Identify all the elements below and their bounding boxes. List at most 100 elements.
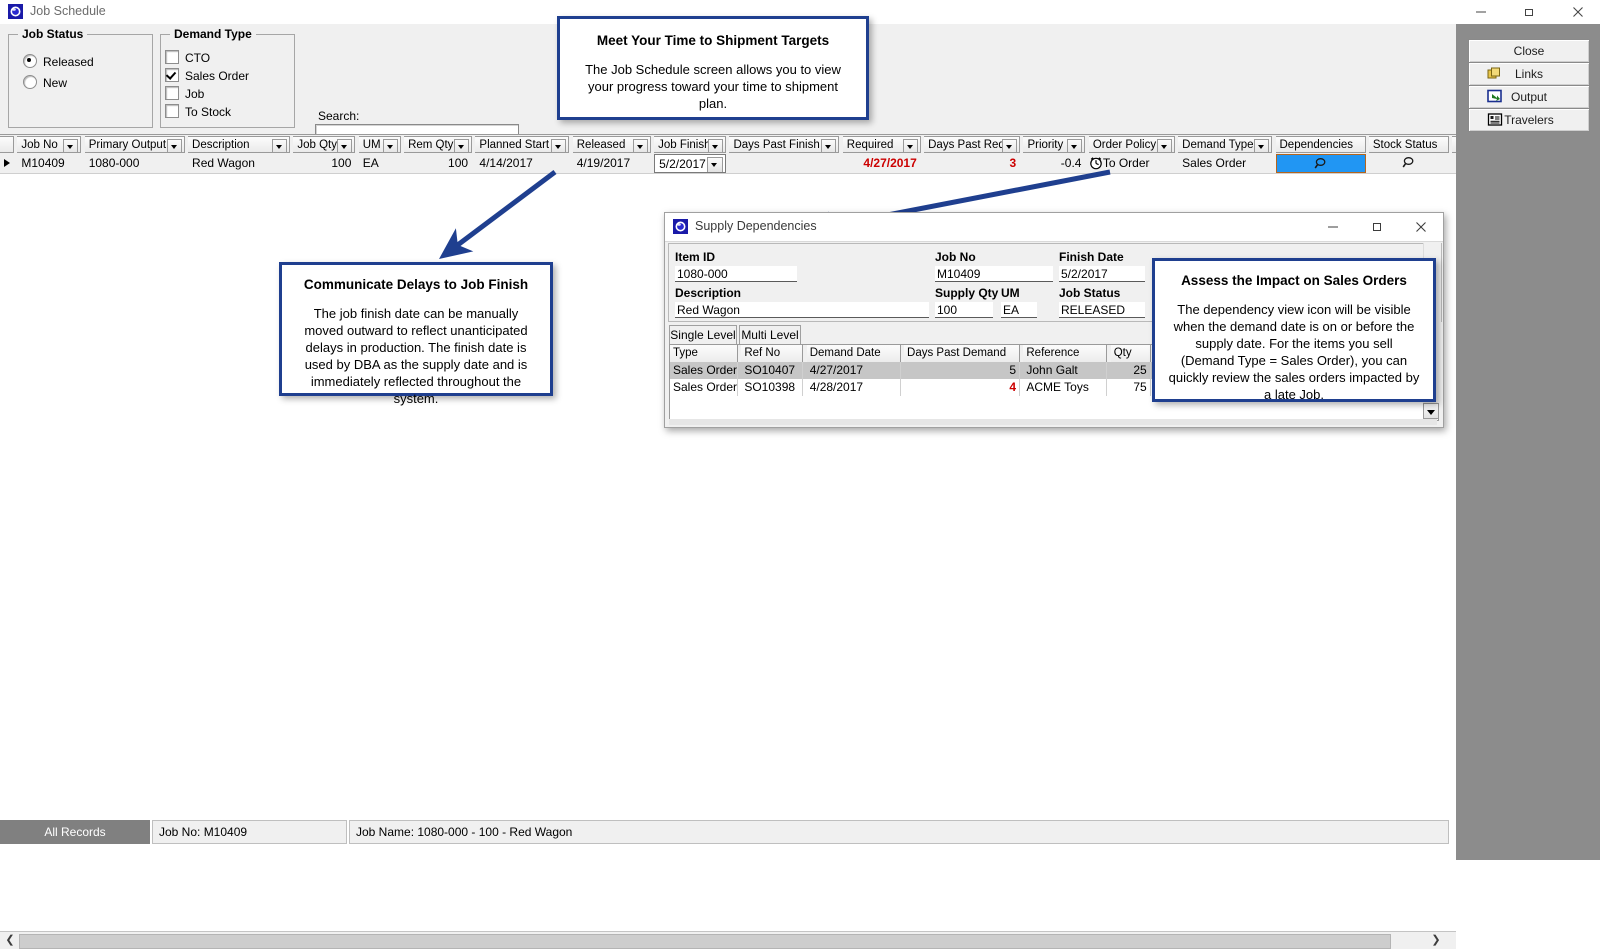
column-header-dependencies[interactable]: Dependencies xyxy=(1275,136,1366,153)
close-icon[interactable] xyxy=(1555,0,1600,24)
column-header-order-policy[interactable]: Order Policy xyxy=(1088,136,1175,153)
column-header-days-past-finish[interactable]: Days Past Finish xyxy=(729,136,840,153)
chevron-down-icon[interactable] xyxy=(902,139,918,152)
cell-demand-type[interactable]: Sales Order xyxy=(1178,154,1272,173)
cell-order-policy[interactable]: To Order xyxy=(1089,154,1175,173)
chevron-down-icon[interactable] xyxy=(708,139,724,152)
scroll-thumb[interactable] xyxy=(19,934,1391,949)
cell-job-qty[interactable]: 100 xyxy=(293,154,355,173)
radio-new[interactable]: New xyxy=(23,75,67,90)
cell-dependencies[interactable] xyxy=(1275,154,1366,173)
status-badge-all-records[interactable]: All Records xyxy=(0,820,150,844)
label-description: Description xyxy=(675,286,742,300)
chevron-down-icon[interactable] xyxy=(272,139,288,152)
chevron-down-icon[interactable] xyxy=(551,139,567,152)
chevron-down-icon[interactable] xyxy=(632,139,648,152)
field-job-status[interactable]: RELEASED xyxy=(1059,302,1145,318)
maximize-icon[interactable] xyxy=(1507,0,1552,24)
dialog-maximize-icon[interactable] xyxy=(1355,213,1399,241)
field-finish-date[interactable]: 5/2/2017 xyxy=(1059,266,1145,282)
field-item-id[interactable]: 1080-000 xyxy=(675,266,797,282)
magnifier-icon[interactable] xyxy=(1313,156,1328,172)
radio-released[interactable]: Released xyxy=(23,54,94,69)
grid-horizontal-scrollbar[interactable]: ❮ ❯ xyxy=(0,931,1456,949)
tab-single-level[interactable]: Single Level xyxy=(669,325,737,346)
field-description[interactable]: Red Wagon xyxy=(675,302,929,318)
scroll-down-icon[interactable] xyxy=(1423,403,1439,419)
column-header-um[interactable]: UM xyxy=(358,136,401,153)
links-button[interactable]: Links xyxy=(1468,62,1590,86)
dep-cell-demand-date: 4/28/2017 xyxy=(807,379,901,396)
output-button[interactable]: Output xyxy=(1468,85,1590,109)
column-header-job-finish[interactable]: Job Finish xyxy=(654,136,727,153)
column-header-description[interactable]: Description xyxy=(188,136,291,153)
checkbox-to-stock[interactable]: To Stock xyxy=(165,104,231,119)
chevron-down-icon[interactable] xyxy=(63,139,79,152)
column-header-planned-start[interactable]: Planned Start xyxy=(475,136,570,153)
chevron-down-icon[interactable] xyxy=(1156,139,1172,152)
column-header-priority[interactable]: Priority xyxy=(1023,136,1086,153)
chevron-down-icon[interactable] xyxy=(1254,139,1270,152)
label-job-no: Job No xyxy=(935,250,976,264)
dep-cell-reference: John Galt xyxy=(1023,362,1108,379)
field-supply-qty[interactable]: 100 xyxy=(935,302,993,318)
field-job-no[interactable]: M10409 xyxy=(935,266,1053,282)
column-header-primary-output[interactable]: Primary Output xyxy=(84,136,185,153)
chevron-down-icon[interactable] xyxy=(1002,139,1018,152)
cell-job-finish[interactable]: 5/2/2017 xyxy=(654,154,727,173)
dep-column-header-type[interactable]: Type xyxy=(670,345,738,362)
cell-stock-status[interactable] xyxy=(1369,154,1449,173)
callout-shipment-targets-body: The Job Schedule screen allows you to vi… xyxy=(585,62,841,111)
chevron-down-icon[interactable] xyxy=(707,157,724,172)
cell-days-past-req[interactable]: 3 xyxy=(924,154,1020,173)
checkbox-to-stock-box xyxy=(165,104,179,118)
cell-released[interactable]: 4/19/2017 xyxy=(573,154,651,173)
dep-column-header-ref-no[interactable]: Ref No xyxy=(741,345,804,362)
cell-required[interactable]: 4/27/2017 xyxy=(843,154,921,173)
cell-um[interactable]: EA xyxy=(359,154,401,173)
dialog-horizontal-scrollbar[interactable] xyxy=(669,419,1437,425)
chevron-down-icon[interactable] xyxy=(337,139,353,152)
checkbox-sales-order[interactable]: Sales Order xyxy=(165,68,249,83)
checkbox-job[interactable]: Job xyxy=(165,86,204,101)
column-header-demand-type[interactable]: Demand Type xyxy=(1178,136,1273,153)
label-item-id: Item ID xyxy=(675,250,716,264)
cell-priority[interactable]: -0.4 xyxy=(1023,154,1085,173)
dialog-minimize-icon[interactable] xyxy=(1311,213,1355,241)
magnifier-icon[interactable] xyxy=(1401,155,1416,173)
travelers-button[interactable]: Travelers xyxy=(1468,108,1590,132)
checkbox-cto[interactable]: CTO xyxy=(165,50,210,65)
cell-primary-output[interactable]: 1080-000 xyxy=(85,154,185,173)
field-um[interactable]: EA xyxy=(1001,302,1037,318)
chevron-down-icon[interactable] xyxy=(454,139,470,152)
cell-job-no[interactable]: M10409 xyxy=(17,154,81,173)
dialog-close-icon[interactable] xyxy=(1399,213,1443,241)
column-header-job-qty[interactable]: Job Qty xyxy=(293,136,356,153)
cell-planned-start[interactable]: 4/14/2017 xyxy=(475,154,569,173)
dialog-titlebar: Supply Dependencies xyxy=(665,213,1443,242)
table-row[interactable]: M10409 1080-000 Red Wagon 100 EA 100 4/1… xyxy=(0,154,1456,174)
chevron-down-icon[interactable] xyxy=(166,139,182,152)
cell-days-past-finish[interactable] xyxy=(729,154,839,173)
cell-rem-qty[interactable]: 100 xyxy=(404,154,472,173)
scroll-left-icon[interactable]: ❮ xyxy=(2,932,18,949)
column-header-stock-status[interactable]: Stock Status xyxy=(1368,136,1449,153)
dep-column-header-demand-date[interactable]: Demand Date xyxy=(806,345,901,362)
dep-column-header-qty[interactable]: Qty xyxy=(1110,345,1151,362)
column-header-required[interactable]: Required xyxy=(842,136,921,153)
dep-column-header-days-past-demand[interactable]: Days Past Demand xyxy=(904,345,1021,362)
tab-multi-level[interactable]: Multi Level xyxy=(739,325,801,345)
column-header-days-past-req[interactable]: Days Past Req xyxy=(924,136,1021,153)
column-header-rem-qty[interactable]: Rem Qty xyxy=(404,136,473,153)
column-header-released[interactable]: Released xyxy=(572,136,651,153)
window-controls xyxy=(1458,0,1600,24)
dep-column-header-reference[interactable]: Reference xyxy=(1023,345,1108,362)
close-button[interactable]: Close xyxy=(1468,39,1590,63)
column-header-job-no[interactable]: Job No xyxy=(17,136,82,153)
minimize-icon[interactable] xyxy=(1458,0,1503,24)
chevron-down-icon[interactable] xyxy=(1067,139,1083,152)
chevron-down-icon[interactable] xyxy=(382,139,398,152)
cell-description[interactable]: Red Wagon xyxy=(188,154,290,173)
chevron-down-icon[interactable] xyxy=(821,139,837,152)
scroll-right-icon[interactable]: ❯ xyxy=(1428,932,1444,949)
